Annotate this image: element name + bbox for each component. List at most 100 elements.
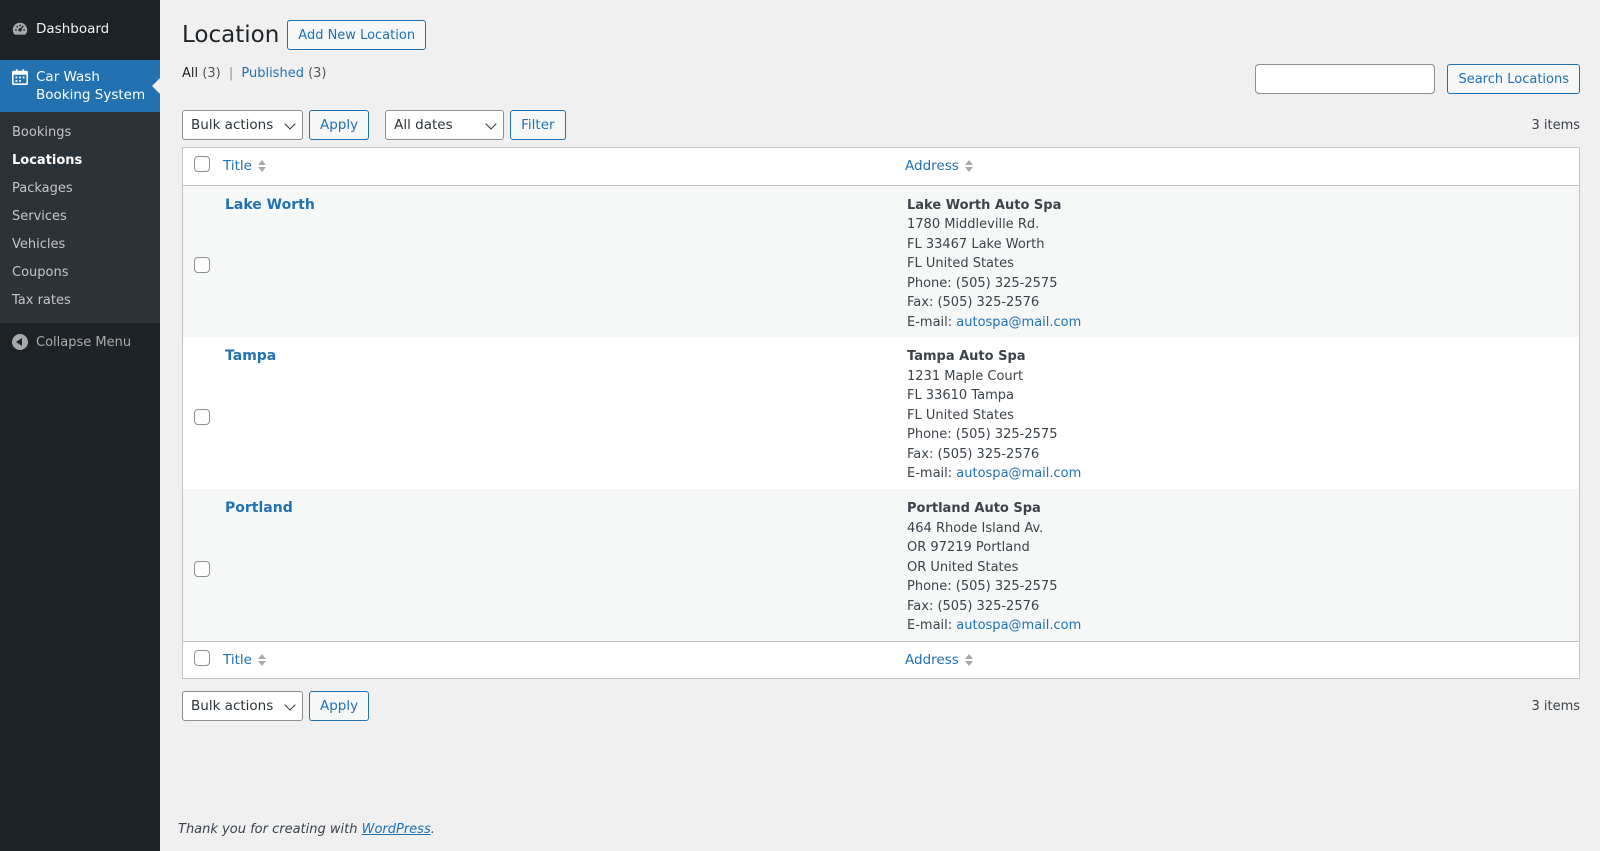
view-published-label: Published [241,66,304,81]
bulk-actions-select[interactable]: Bulk actions [182,110,303,140]
sort-by-address[interactable]: Address [905,158,973,174]
items-count: 3 items [1531,117,1580,133]
row-checkbox-cell [183,185,223,337]
apply-button[interactable]: Apply [309,110,370,140]
column-address-label: Address [905,158,959,175]
column-title: Title [223,148,905,186]
tablenav-bottom: Bulk actions Apply 3 items [182,691,1580,721]
submenu: Bookings Locations Packages Services Veh… [0,112,160,323]
address-country: FL United States [907,407,1014,423]
row-title-link[interactable]: Lake Worth [225,197,315,213]
locations-table: Title Address Lake Worth Lake Worth Auto… [182,147,1580,679]
row-checkbox-cell [183,337,223,489]
sort-by-address[interactable]: Address [905,652,973,668]
view-published-count: (3) [308,66,327,81]
address-street: 1231 Maple Court [907,368,1024,384]
address-name: Lake Worth Auto Spa [907,197,1062,213]
address-phone: Phone: (505) 325-2575 [907,579,1058,594]
address-fax: Fax: (505) 325-2576 [907,598,1040,614]
select-all-checkbox[interactable] [194,156,210,173]
submenu-services[interactable]: Services [0,203,160,231]
bulk-actions-value: Bulk actions [191,698,274,714]
address-cell: Lake Worth Auto Spa 1780 Middleville Rd.… [905,185,1579,337]
submenu-tax-rates[interactable]: Tax rates [0,287,160,315]
address-country: OR United States [907,559,1019,575]
row-title-link[interactable]: Tampa [225,348,276,364]
column-address: Address [905,148,1579,186]
menu-dashboard-label: Dashboard [36,21,110,37]
view-filters: All (3) | Published (3) [182,66,327,81]
view-published-link[interactable]: Published (3) [241,66,326,81]
view-all-label: All [182,66,199,81]
page-header: Location Add New Location [182,20,1580,50]
search-locations-button[interactable]: Search Locations [1447,64,1580,94]
dashboard-gauge-icon [10,19,30,39]
view-all-link[interactable]: All (3) [182,66,221,81]
page-title: Location [182,22,280,48]
table-row: Tampa Tampa Auto Spa 1231 Maple Court FL… [183,337,1579,489]
row-checkbox[interactable] [194,409,210,425]
menu-dashboard[interactable]: Dashboard [0,12,160,46]
email-link[interactable]: autospa@mail.com [956,618,1081,633]
row-checkbox[interactable] [194,560,210,577]
submenu-vehicles[interactable]: Vehicles [0,231,160,259]
submenu-packages[interactable]: Packages [0,175,160,203]
address-cell: Tampa Auto Spa 1231 Maple Court FL 33610… [905,337,1579,489]
bulk-actions-value: Bulk actions [191,117,274,133]
items-count: 3 items [1531,698,1580,714]
collapse-arrow-icon [10,332,30,352]
address-city: FL 33467 Lake Worth [907,236,1045,252]
address-street: 1780 Middleville Rd. [907,217,1040,232]
sort-by-title[interactable]: Title [223,158,266,174]
admin-footer: Thank you for creating with WordPress. [178,822,435,837]
select-all-cell [183,640,223,678]
calendar-icon [10,67,30,87]
table-header-row: Title Address [183,148,1579,186]
select-all-checkbox[interactable] [194,649,210,666]
address-cell: Portland Auto Spa 464 Rhode Island Av. O… [905,489,1579,641]
submenu-bookings[interactable]: Bookings [0,119,160,147]
email-label: E-mail: [907,618,953,633]
sort-by-title[interactable]: Title [223,652,266,668]
add-new-location-button[interactable]: Add New Location [287,20,427,50]
address-city: OR 97219 Portland [907,540,1030,555]
column-title-label: Title [223,158,252,175]
tablenav-top: Bulk actions Apply All dates Filter 3 it… [182,110,1580,140]
table-row: Lake Worth Lake Worth Auto Spa 1780 Midd… [183,185,1579,337]
filter-button[interactable]: Filter [510,110,566,140]
menu-car-wash-label-line1: Car Wash [36,69,100,85]
sort-arrows-icon [257,160,266,173]
submenu-coupons[interactable]: Coupons [0,259,160,287]
column-address-label: Address [905,651,959,668]
address-country: FL United States [907,256,1014,271]
address-email: E-mail: autospa@mail.com [907,464,1579,484]
search-input[interactable] [1255,64,1436,94]
collapse-menu-button[interactable]: Collapse Menu [0,325,160,359]
menu-car-wash-label-line2: Booking System [36,87,146,103]
submenu-locations[interactable]: Locations [0,147,160,175]
footer-text: Thank you for creating with [178,822,358,837]
table-row: Portland Portland Auto Spa 464 Rhode Isl… [183,489,1579,641]
menu-car-wash-booking[interactable]: Car Wash Booking System [0,60,160,112]
sort-arrows-icon [964,160,973,173]
menu-car-wash-label: Car Wash Booking System [36,68,145,104]
row-title-link[interactable]: Portland [225,500,293,516]
dates-filter-select[interactable]: All dates [385,110,505,140]
row-checkbox[interactable] [194,257,210,274]
email-link[interactable]: autospa@mail.com [956,466,1081,481]
view-all-count: (3) [202,66,221,81]
address-city: FL 33610 Tampa [907,388,1014,403]
apply-button-bottom[interactable]: Apply [309,691,370,721]
title-cell: Portland [223,489,905,641]
address-phone: Phone: (505) 325-2575 [907,427,1058,442]
address-email: E-mail: autospa@mail.com [907,313,1579,333]
main-content: Location Add New Location All (3) | Publ… [160,0,1600,851]
address-block: Lake Worth Auto Spa 1780 Middleville Rd.… [905,196,1579,333]
address-block: Tampa Auto Spa 1231 Maple Court FL 33610… [905,347,1579,484]
wordpress-link[interactable]: WordPress [362,822,431,837]
bulk-actions-select-bottom[interactable]: Bulk actions [182,691,303,721]
address-email: E-mail: autospa@mail.com [907,616,1579,636]
table-footer-row: Title Address [183,640,1579,678]
admin-sidebar: Dashboard Car Wash Booking System Bookin… [0,0,160,851]
email-link[interactable]: autospa@mail.com [956,315,1081,330]
